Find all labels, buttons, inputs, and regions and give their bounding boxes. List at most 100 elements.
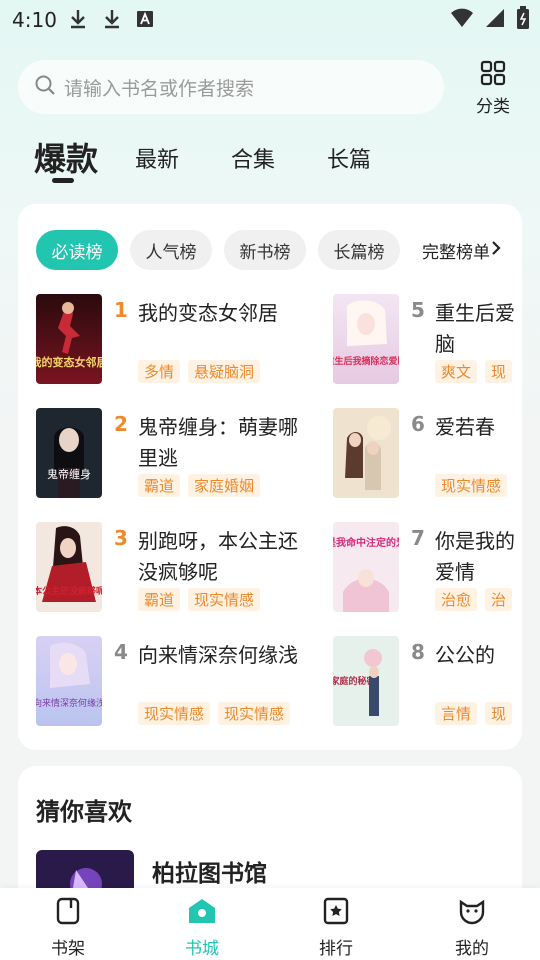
- book-tag: 现实情感: [188, 588, 261, 611]
- nav-profile[interactable]: 我的: [432, 896, 512, 959]
- book-cover: 重生后我摘除恋爱脑: [333, 294, 399, 384]
- book-item[interactable]: 鬼帝缠身 2 鬼帝缠身：萌妻哪里逃 霸道 家庭婚姻: [36, 408, 336, 500]
- book-tag: 现实情感: [138, 702, 211, 725]
- category-button[interactable]: 分类: [468, 60, 518, 117]
- book-tag: 治愈: [435, 588, 478, 611]
- book-tags: 现实情感: [435, 474, 508, 497]
- full-ranking-label: 完整榜单: [422, 242, 490, 263]
- book-cover: 本公主还没疯够呢: [36, 522, 102, 612]
- nav-bookshelf[interactable]: 书架: [28, 896, 108, 959]
- nav-label: 我的: [455, 939, 489, 959]
- bottom-nav: 书架 书城 排行 我的: [0, 888, 540, 960]
- book-tag: 霸道: [138, 588, 181, 611]
- chip-popular[interactable]: 人气榜: [130, 230, 212, 270]
- book-tags: 爽文 现: [435, 360, 513, 383]
- cover-title-text: 鬼帝缠身: [47, 467, 91, 481]
- tab-newest[interactable]: 最新: [135, 142, 179, 174]
- book-tag: 现: [485, 360, 513, 383]
- book-cover: 你是我命中注定的爱情: [333, 522, 399, 612]
- tab-hot[interactable]: 爆款: [34, 134, 98, 180]
- ranking-card: 必读榜 人气榜 新书榜 长篇榜 完整榜单 我的变态女邻居 1 我的变态女邻居 多…: [18, 204, 522, 750]
- battery-icon: [516, 6, 530, 34]
- status-notification-icons: [68, 8, 154, 34]
- book-title: 公公的: [435, 643, 495, 667]
- book-item[interactable]: 重生后我摘除恋爱脑 5 重生后爱脑 爽文 现: [333, 294, 522, 386]
- book-title: 重生后爱脑: [435, 301, 515, 356]
- book-cover: 我的变态女邻居: [36, 294, 102, 384]
- search-input[interactable]: 请输入书名或作者搜索: [18, 60, 444, 114]
- tab-collection[interactable]: 合集: [231, 142, 275, 174]
- book-rank: 8: [411, 640, 425, 664]
- tab-indicator: [52, 178, 74, 183]
- tab-long[interactable]: 长篇: [327, 142, 371, 174]
- book-title: 鬼帝缠身：萌妻哪里逃: [138, 415, 298, 470]
- nav-label: 书架: [51, 939, 85, 959]
- book-title: 别跑呀，本公主还没疯够呢: [138, 529, 298, 584]
- book-item[interactable]: 家庭的秘密 8 公公的 言情 现: [333, 636, 522, 728]
- cover-title-text: 本公主还没疯够呢: [36, 585, 102, 597]
- book-rank: 1: [114, 298, 128, 322]
- book-cover: 家庭的秘密: [333, 636, 399, 726]
- book-title[interactable]: 柏拉图书馆: [152, 854, 267, 888]
- book-tag: 爽文: [435, 360, 478, 383]
- cover-title-text: 我的变态女邻居: [36, 355, 102, 369]
- profile-icon: [457, 899, 487, 930]
- book-tag: 治: [485, 588, 513, 611]
- book-tags: 霸道 现实情感: [138, 588, 261, 611]
- book-tag: 多情: [138, 360, 181, 383]
- book-tag: 悬疑脑洞: [188, 360, 261, 383]
- book-tag: 现: [485, 702, 513, 725]
- chevron-right-icon: [490, 240, 502, 261]
- search-icon: [34, 74, 56, 100]
- full-ranking-link[interactable]: 完整榜单: [422, 230, 502, 270]
- download-icon: [102, 8, 122, 34]
- chip-new-books[interactable]: 新书榜: [224, 230, 306, 270]
- nav-ranking[interactable]: 排行: [296, 896, 376, 959]
- chip-long-books[interactable]: 长篇榜: [318, 230, 400, 270]
- signal-icon: [484, 7, 506, 33]
- nav-label: 排行: [319, 939, 353, 959]
- book-cover: 向来情深奈何缘浅: [36, 636, 102, 726]
- nav-label: 书城: [185, 939, 219, 959]
- book-title: 我的变态女邻居: [138, 301, 278, 325]
- book-tag: 现实情感: [435, 474, 508, 497]
- book-title: 爱若春: [435, 415, 495, 439]
- book-cover: 鬼帝缠身: [36, 408, 102, 498]
- status-time: 4:10: [12, 8, 57, 32]
- book-rank: 4: [114, 640, 128, 664]
- a-box-icon: [136, 8, 154, 34]
- book-item[interactable]: 本公主还没疯够呢 3 别跑呀，本公主还没疯够呢 霸道 现实情感: [36, 522, 336, 614]
- book-rank: 7: [411, 526, 425, 550]
- bookshelf-icon: [53, 897, 83, 930]
- book-item[interactable]: 我的变态女邻居 1 我的变态女邻居 多情 悬疑脑洞: [36, 294, 336, 386]
- book-rank: 5: [411, 298, 425, 322]
- nav-bookstore[interactable]: 书城: [162, 896, 242, 959]
- grid-icon: [480, 60, 506, 90]
- book-title: 你是我的爱情: [435, 529, 515, 584]
- book-tag: 言情: [435, 702, 478, 725]
- book-tags: 多情 悬疑脑洞: [138, 360, 261, 383]
- book-tag: 霸道: [138, 474, 181, 497]
- book-rank: 2: [114, 412, 128, 436]
- status-bar: 4:10: [0, 0, 540, 40]
- book-rank: 6: [411, 412, 425, 436]
- search-placeholder: 请输入书名或作者搜索: [64, 77, 255, 100]
- book-tag: 家庭婚姻: [188, 474, 261, 497]
- cover-title-text: 向来情深奈何缘浅: [36, 697, 102, 709]
- book-tags: 霸道 家庭婚姻: [138, 474, 261, 497]
- section-title: 猜你喜欢: [36, 798, 132, 826]
- ranking-icon: [321, 897, 351, 930]
- book-item[interactable]: 6 爱若春 现实情感: [333, 408, 522, 500]
- chip-must-read[interactable]: 必读榜: [36, 230, 118, 270]
- bookstore-icon: [186, 899, 218, 930]
- cover-title-text: 你是我命中注定的爱情: [333, 536, 399, 549]
- book-title: 向来情深奈何缘浅: [138, 643, 298, 667]
- book-item[interactable]: 向来情深奈何缘浅 4 向来情深奈何缘浅 现实情感 现实情感: [36, 636, 336, 728]
- book-tag: 现实情感: [218, 702, 291, 725]
- ranking-chips: 必读榜 人气榜 新书榜 长篇榜 完整榜单: [36, 230, 522, 270]
- book-item[interactable]: 你是我命中注定的爱情 7 你是我的爱情 治愈 治: [333, 522, 522, 614]
- download-icon: [68, 8, 88, 34]
- book-tags: 现实情感 现实情感: [138, 702, 291, 725]
- book-tags: 治愈 治: [435, 588, 513, 611]
- book-tags: 言情 现: [435, 702, 513, 725]
